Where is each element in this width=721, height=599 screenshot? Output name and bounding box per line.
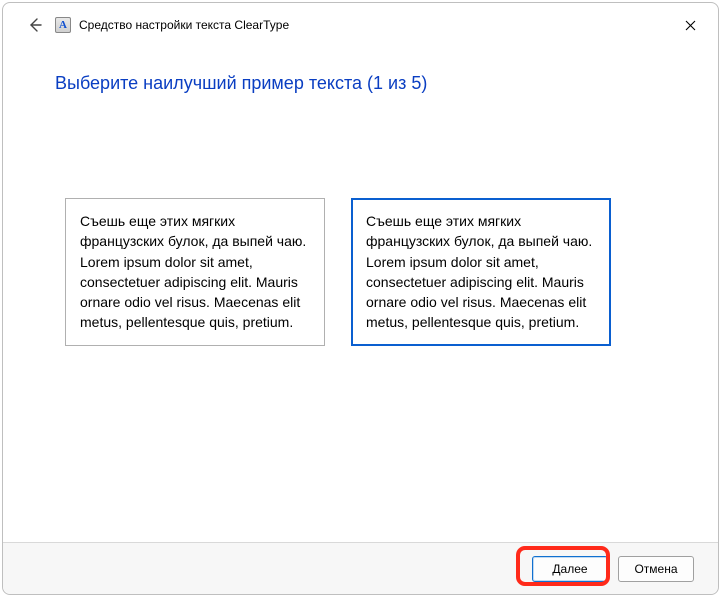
footer-bar: Далее Отмена bbox=[3, 542, 718, 594]
page-heading: Выберите наилучший пример текста (1 из 5… bbox=[55, 73, 668, 94]
back-icon[interactable] bbox=[25, 15, 45, 35]
window-title: Средство настройки текста ClearType bbox=[79, 18, 289, 32]
next-button[interactable]: Далее bbox=[532, 556, 608, 582]
content-area: Выберите наилучший пример текста (1 из 5… bbox=[3, 47, 718, 542]
app-icon: A bbox=[55, 17, 71, 33]
wizard-window: A Средство настройки текста ClearType Вы… bbox=[2, 2, 719, 595]
titlebar: A Средство настройки текста ClearType bbox=[3, 3, 718, 47]
text-sample-1[interactable]: Съешь еще этих мягких французских булок,… bbox=[65, 198, 325, 346]
sample-row: Съешь еще этих мягких французских булок,… bbox=[65, 198, 668, 346]
cancel-button[interactable]: Отмена bbox=[618, 556, 694, 582]
text-sample-2[interactable]: Съешь еще этих мягких французских булок,… bbox=[351, 198, 611, 346]
close-icon[interactable] bbox=[676, 13, 704, 37]
